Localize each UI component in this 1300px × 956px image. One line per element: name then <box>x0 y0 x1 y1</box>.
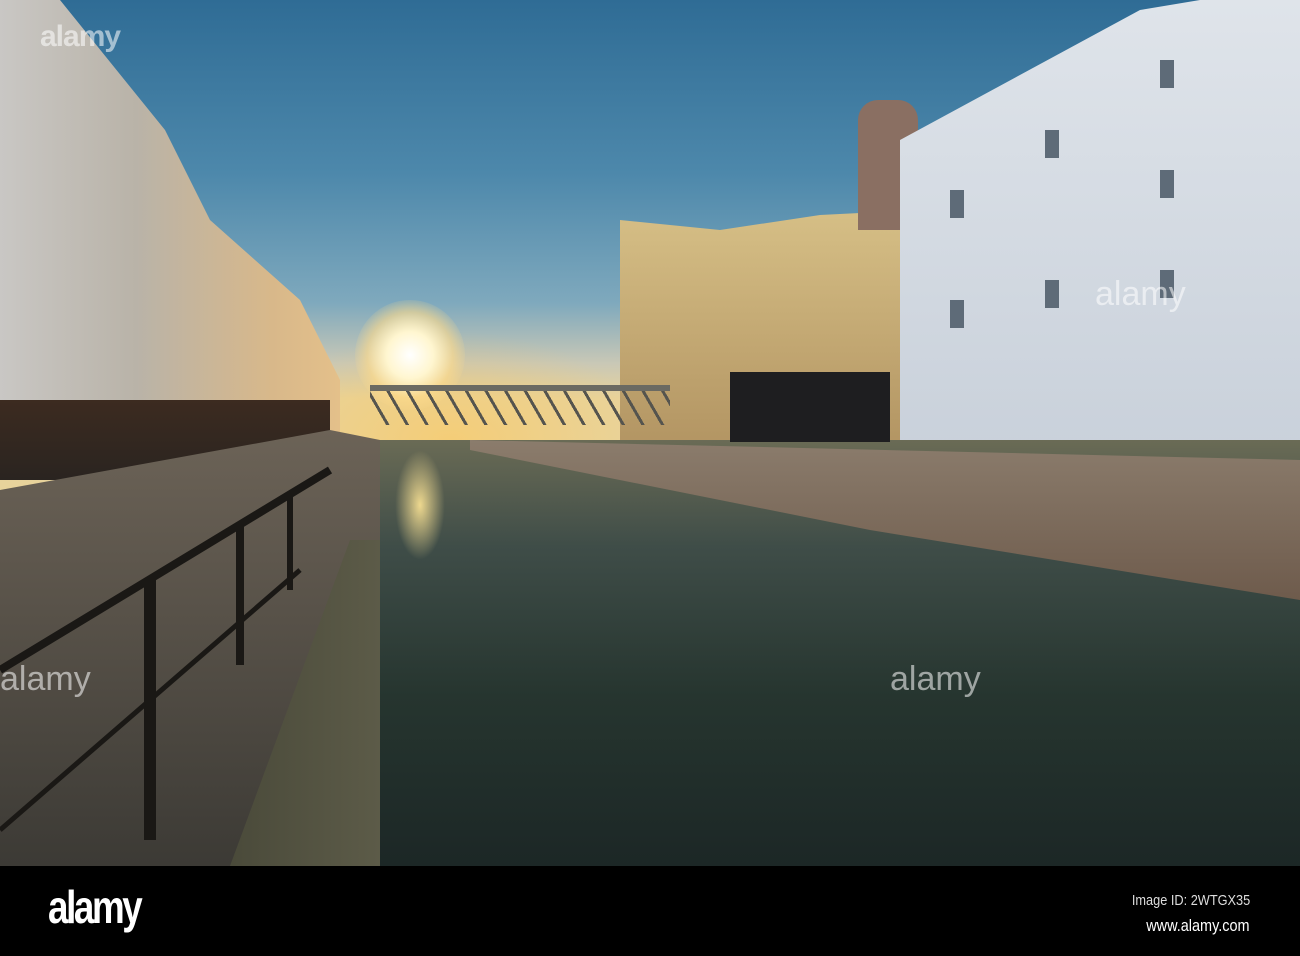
bridge <box>370 385 670 425</box>
watermark: alamy <box>40 20 121 53</box>
watermark: alamy <box>1095 275 1186 313</box>
watermark: alamy <box>890 660 981 698</box>
railing <box>0 466 333 840</box>
photo: alamy alamy alamy alamy <box>0 0 1300 866</box>
image-id: Image ID: 2WTGX35 <box>1131 892 1250 909</box>
sun-reflection <box>395 450 445 560</box>
site-url: www.alamy.com <box>1146 916 1250 935</box>
truck <box>730 372 890 442</box>
right-building <box>900 0 1300 470</box>
footer: alamy Image ID: 2WTGX35 www.alamy.com <box>0 866 1300 956</box>
left-buildings <box>0 0 340 440</box>
alamy-logo: alamy <box>48 881 143 933</box>
watermark: alamy <box>0 660 91 698</box>
